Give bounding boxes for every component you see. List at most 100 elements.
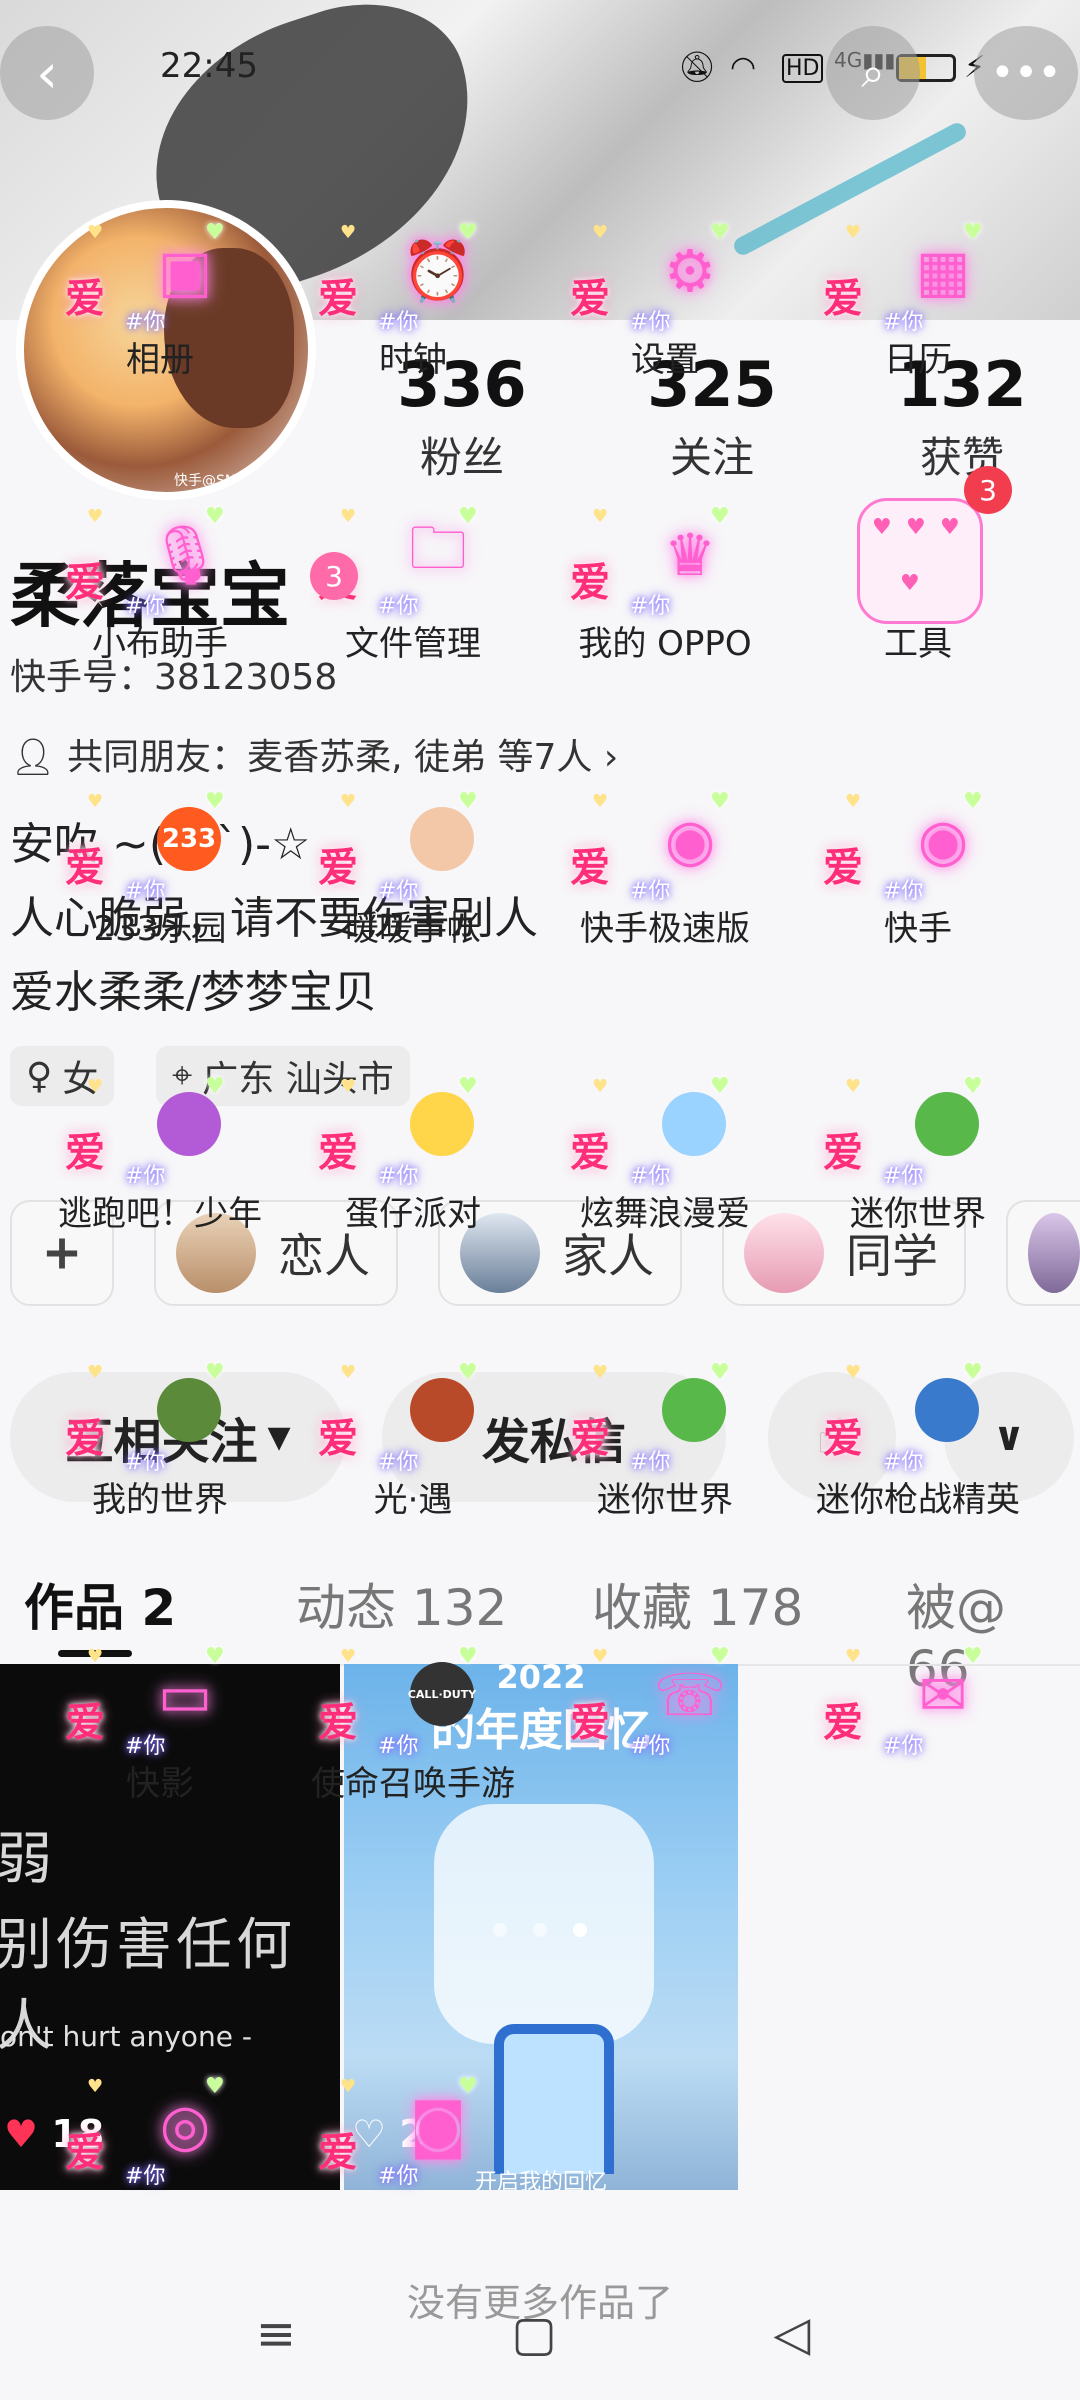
- app-girl-avatar[interactable]: ♥ ♥ 爱 #你 暖暖手帐: [288, 789, 538, 1035]
- sparkle-heart-icon: ♥: [963, 220, 983, 245]
- sparkle-heart-icon: ♥: [340, 1646, 357, 1667]
- runner-game-icon: [157, 1092, 221, 1156]
- app-message[interactable]: ✉ ♥ ♥ 爱 #你: [793, 1644, 1043, 1890]
- page-dot[interactable]: [493, 1923, 507, 1937]
- sparkle-heart-icon: ♥: [340, 506, 357, 527]
- love-sticker: 爱: [65, 559, 105, 606]
- sparkle-heart-icon: ♥: [340, 1076, 357, 1097]
- sparkle-heart-icon: ♥: [340, 791, 357, 812]
- app-label: 文件管理: [345, 624, 481, 664]
- mini-heart-icon: ♥: [872, 515, 892, 540]
- app-kuaishou-camera[interactable]: ◉ ♥ ♥ 爱 #你 快手: [793, 789, 1043, 1035]
- sparkle-heart-icon: ♥: [710, 1360, 730, 1385]
- app-233-icon: 233: [157, 807, 221, 871]
- page-dot[interactable]: [533, 1923, 547, 1937]
- page-dot[interactable]: [573, 1923, 587, 1937]
- sparkle-heart-icon: ♥: [710, 1074, 730, 1099]
- sparkle-heart-icon: ♥: [87, 1362, 104, 1383]
- love-sticker: 爱: [823, 1129, 863, 1176]
- sparkle-heart-icon: ♥: [710, 1644, 730, 1669]
- app-label: 小布助手: [92, 624, 228, 664]
- app-mini-world[interactable]: ♥ ♥ 爱 #你 迷你世界: [540, 1360, 790, 1606]
- app-label: 相册: [126, 340, 194, 380]
- app-gallery[interactable]: ▣ ♥ ♥ 爱 #你 相册: [35, 220, 285, 466]
- app-label: 逃跑吧！少年: [58, 1194, 262, 1234]
- tools-folder-preview[interactable]: ♥ ♥ ♥ ♥: [857, 498, 983, 624]
- mini-heart-icon: ♥: [906, 515, 926, 540]
- love-sticker: 爱: [823, 1699, 863, 1746]
- sparkle-heart-icon: ♥: [205, 2074, 225, 2099]
- love-sticker: 爱: [65, 1415, 105, 1462]
- app-label: 光·遇: [373, 1480, 453, 1520]
- app-browser[interactable]: ◎ ♥ ♥ 爱 #你: [35, 2074, 285, 2320]
- app-kuaishou-lite[interactable]: ◉ ♥ ♥ 爱 #你 快手极速版: [540, 789, 790, 1035]
- sparkle-heart-icon: ♥: [710, 220, 730, 245]
- app-runner-game[interactable]: ♥ ♥ 爱 #你 逃跑吧！少年: [35, 1074, 285, 1320]
- app-label: 设置: [631, 340, 699, 380]
- sparkle-heart-icon: ♥: [845, 1076, 862, 1097]
- back-triangle-icon[interactable]: ◁: [752, 2306, 832, 2362]
- love-sticker: 爱: [570, 1699, 610, 1746]
- search-button[interactable]: ⌕: [826, 26, 920, 120]
- sparkle-heart-icon: ♥: [458, 220, 478, 245]
- love-sticker: 爱: [65, 1699, 105, 1746]
- sparkle-heart-icon: ♥: [340, 1362, 357, 1383]
- app-mini-world[interactable]: ♥ ♥ 爱 #你 迷你世界: [793, 1074, 1043, 1320]
- sparkle-heart-icon: ♥: [458, 1074, 478, 1099]
- app-eggy-party[interactable]: ♥ ♥ 爱 #你 蛋仔派对: [288, 1074, 538, 1320]
- love-sticker: 爱: [570, 1129, 610, 1176]
- dancer-icon: [662, 1092, 726, 1156]
- app-camera[interactable]: ◙ ♥ ♥ 爱 #你: [288, 2074, 538, 2320]
- sparkle-heart-icon: ♥: [87, 222, 104, 243]
- love-sticker: 爱: [318, 844, 358, 891]
- sparkle-heart-icon: ♥: [592, 222, 609, 243]
- app-gear[interactable]: ⚙ ♥ ♥ 爱 #你 设置: [540, 220, 790, 466]
- sparkle-heart-icon: ♥: [845, 791, 862, 812]
- sparkle-heart-icon: ♥: [592, 506, 609, 527]
- minecraft-icon: [157, 1378, 221, 1442]
- app-folder[interactable]: 🗀♥♥爱#你文件管理: [288, 504, 538, 750]
- ni-sticker: #你: [378, 2164, 419, 2189]
- app-label: 蛋仔派对: [345, 1194, 481, 1234]
- sparkle-heart-icon: ♥: [340, 222, 357, 243]
- girl-avatar-icon: [410, 807, 474, 871]
- more-button[interactable]: •••: [974, 26, 1078, 120]
- sparkle-heart-icon: ♥: [205, 220, 225, 245]
- app-alarm-clock[interactable]: ⏰ ♥ ♥ 爱 #你 时钟: [288, 220, 538, 466]
- app-microphone[interactable]: 🎙 ♥ ♥ 爱 #你 小布助手: [35, 504, 285, 750]
- love-sticker: 爱: [65, 844, 105, 891]
- app-video-editor[interactable]: ▭ ♥ ♥ 爱 #你 快影: [35, 1644, 285, 1890]
- love-sticker: 爱: [318, 1699, 358, 1746]
- back-button[interactable]: ‹: [0, 26, 94, 120]
- mini-gun-icon: [915, 1378, 979, 1442]
- app-minecraft[interactable]: ♥ ♥ 爱 #你 我的世界: [35, 1360, 285, 1606]
- app-label: 炫舞浪漫爱: [580, 1194, 750, 1234]
- sparkle-heart-icon: ♥: [710, 504, 730, 529]
- app-label: 快影: [126, 1764, 194, 1804]
- app-label: 快手极速版: [580, 909, 750, 949]
- app-call-of-duty[interactable]: CALL·DUTY ♥ ♥ 爱 #你 使命召唤手游: [288, 1644, 538, 1890]
- sparkle-heart-icon: ♥: [458, 789, 478, 814]
- sparkle-heart-icon: ♥: [963, 1644, 983, 1669]
- app-mini-gun[interactable]: ♥ ♥ 爱 #你 迷你枪战精英: [793, 1360, 1043, 1606]
- app-label: 我的世界: [92, 1480, 228, 1520]
- avatar-watermark: 快手@SNH48: [174, 473, 264, 489]
- sparkle-heart-icon: ♥: [592, 1076, 609, 1097]
- sky-game-icon: [410, 1378, 474, 1442]
- app-label: 我的 OPPO: [578, 624, 752, 664]
- app-dancer[interactable]: ♥ ♥ 爱 #你 炫舞浪漫爱: [540, 1074, 790, 1320]
- page-indicator[interactable]: [480, 1922, 600, 1941]
- love-sticker: 爱: [318, 275, 358, 322]
- post-text-line: on't hurt anyone -: [0, 2020, 252, 2053]
- app-calendar[interactable]: ▦ ♥ ♥ 爱 #你 日历: [793, 220, 1043, 466]
- app-crown[interactable]: ♛ ♥ ♥ 爱 #你 我的 OPPO: [540, 504, 790, 750]
- app-phone[interactable]: ☏ ♥ ♥ 爱 #你: [540, 1644, 790, 1890]
- wifi-icon: ◠: [730, 50, 757, 85]
- love-sticker: 爱: [823, 844, 863, 891]
- app-label: 快手: [884, 909, 952, 949]
- love-sticker: 爱: [318, 2129, 358, 2176]
- sparkle-heart-icon: ♥: [592, 791, 609, 812]
- app-sky-game[interactable]: ♥ ♥ 爱 #你 光·遇: [288, 1360, 538, 1606]
- sparkle-heart-icon: ♥: [205, 1360, 225, 1385]
- app-app-233[interactable]: 233 ♥ ♥ 爱 #你 233乐园: [35, 789, 285, 1035]
